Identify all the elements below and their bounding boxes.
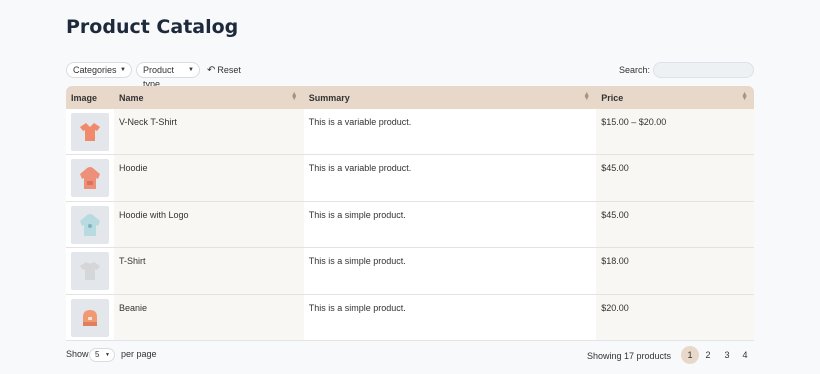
product-summary: This is a simple product. <box>303 201 597 249</box>
product-price: $45.00 <box>596 201 754 249</box>
product-name[interactable]: Beanie <box>114 294 304 341</box>
categories-filter[interactable]: Categories ▼ <box>66 62 132 78</box>
per-page-value: 5 <box>95 350 100 359</box>
product-price: $18.00 <box>596 248 754 295</box>
product-table: Image Name ▲ ▼ Summary ▲ ▼ Price ▲ ▼ V-Neck T-… <box>66 86 754 341</box>
per-page-label: per page <box>121 349 157 359</box>
product-type-filter[interactable]: Product type ▼ <box>136 62 200 89</box>
page-button-3[interactable]: 3 <box>718 346 736 364</box>
sort-icon: ▲ ▼ <box>290 91 298 102</box>
product-summary: This is a variable product. <box>303 109 597 156</box>
product-price: $45.00 <box>596 155 754 202</box>
column-header-name[interactable]: Name ▲ ▼ <box>114 86 304 109</box>
product-name[interactable]: Hoodie <box>114 155 304 202</box>
search-input[interactable] <box>653 62 754 78</box>
tshirt-icon[interactable] <box>71 252 109 291</box>
chevron-down-icon: ▼ <box>105 352 110 358</box>
sort-icon: ▲ ▼ <box>583 91 591 102</box>
beanie-icon[interactable] <box>71 298 109 337</box>
table-row[interactable]: T-Shirt This is a simple product. $18.00 <box>66 248 754 295</box>
categories-filter-label: Categories <box>73 65 117 75</box>
product-summary: This is a variable product. <box>303 155 597 202</box>
per-page-select[interactable]: 5 ▼ <box>89 348 115 362</box>
product-price: $20.00 <box>596 294 754 341</box>
page-title: Product Catalog <box>66 16 239 38</box>
product-count-label: Showing 17 products <box>587 351 672 361</box>
table-row[interactable]: Hoodie This is a variable product. $45.0… <box>66 155 754 202</box>
vneck-tshirt-icon[interactable] <box>71 113 109 151</box>
product-price: $15.00 – $20.00 <box>596 109 754 156</box>
product-image-cell <box>66 201 114 249</box>
table-row[interactable]: V-Neck T-Shirt This is a variable produc… <box>66 109 754 156</box>
product-image-cell <box>66 155 114 202</box>
product-name[interactable]: Hoodie with Logo <box>114 201 304 249</box>
table-row[interactable]: Hoodie with Logo This is a simple produc… <box>66 201 754 249</box>
product-name[interactable]: T-Shirt <box>114 248 304 295</box>
show-label: Show <box>66 349 89 359</box>
product-image-cell <box>66 109 114 156</box>
table-row[interactable]: Beanie This is a simple product. $20.00 <box>66 294 754 341</box>
column-header-summary[interactable]: Summary ▲ ▼ <box>303 86 597 109</box>
chevron-down-icon: ▼ <box>120 67 126 73</box>
column-header-price[interactable]: Price ▲ ▼ <box>596 86 754 109</box>
hoodie-logo-icon[interactable] <box>71 205 109 244</box>
chevron-down-icon: ▼ <box>188 67 194 73</box>
sort-icon: ▲ ▼ <box>741 91 748 102</box>
toolbar: Categories ▼ Product type ▼ ↶ Reset Searc… <box>66 62 754 89</box>
search-label: Search: <box>618 65 650 75</box>
undo-icon: ↶ <box>207 65 216 76</box>
product-image-cell <box>66 294 114 341</box>
product-name[interactable]: V-Neck T-Shirt <box>114 109 304 156</box>
product-image-cell <box>66 248 114 295</box>
product-summary: This is a simple product. <box>303 248 597 295</box>
page-button-1[interactable]: 1 <box>681 346 699 364</box>
reset-label: Reset <box>217 65 241 75</box>
page-button-2[interactable]: 2 <box>699 346 717 364</box>
column-header-image: Image <box>66 86 114 109</box>
page-button-4[interactable]: 4 <box>736 346 754 364</box>
product-summary: This is a simple product. <box>303 294 597 341</box>
reset-button[interactable]: ↶ Reset <box>207 62 241 79</box>
hoodie-icon[interactable] <box>71 159 109 198</box>
table-footer: Show 5 ▼ per page Showing 17 products 12… <box>66 346 754 364</box>
table-header-row: Image Name ▲ ▼ Summary ▲ ▼ Price ▲ ▼ <box>66 86 754 109</box>
